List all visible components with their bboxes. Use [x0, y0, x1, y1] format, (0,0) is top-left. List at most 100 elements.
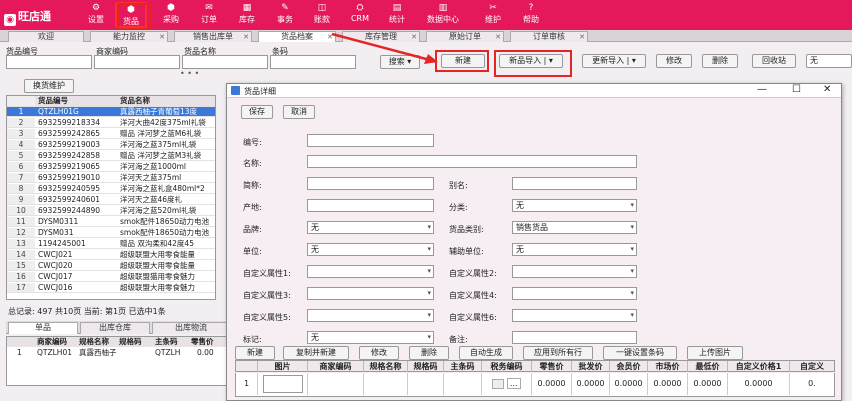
tab-sales-out[interactable]: 销售出库单 ✕ [174, 31, 252, 42]
custom-attr6-label: 自定义属性6: [449, 313, 497, 322]
table-row[interactable]: 3 6932599242865 赠品 洋河梦之蓝M6礼袋 [7, 129, 215, 139]
code-input[interactable] [6, 55, 92, 69]
chevron-down-icon: ▾ [630, 267, 634, 275]
save-button[interactable]: 保存 [241, 105, 273, 119]
close-icon[interactable]: ✕ [243, 32, 249, 42]
tab-goods-archive[interactable]: 货品档案 ✕ [258, 31, 336, 42]
nav-maintain[interactable]: ✂ 维护 [477, 2, 509, 28]
close-icon[interactable]: ✕ [495, 32, 501, 42]
edit-button[interactable]: 修改 [656, 54, 692, 68]
origin-label: 产地: [243, 203, 262, 212]
custom-attr5-select[interactable]: ▾ [307, 309, 434, 322]
table-row[interactable]: 10 6932599244890 洋河海之蓝520ml礼袋 [7, 206, 215, 216]
recycle-button[interactable]: 回收站 [752, 54, 796, 68]
goods-type-select[interactable]: 销售货品 ▾ [512, 221, 637, 234]
tab-single-item[interactable]: 单品 [8, 322, 78, 334]
image-cell[interactable] [258, 373, 308, 395]
tax-code-button[interactable]: ... [506, 378, 521, 389]
copy-new-button[interactable]: 复制并新建 [283, 346, 349, 360]
spec-name-cell[interactable] [364, 373, 408, 395]
close-icon[interactable]: ✕ [823, 84, 831, 95]
origin-field[interactable] [307, 199, 434, 212]
name-field[interactable] [307, 155, 637, 168]
close-icon[interactable]: ✕ [579, 32, 585, 42]
custom-attr6-select[interactable]: ▾ [512, 309, 637, 322]
custom-attr2-select[interactable]: ▾ [512, 265, 637, 278]
brand-select[interactable]: 无 ▾ [307, 221, 434, 234]
table-row[interactable]: 2 6932599218334 洋河大曲42度375ml礼袋 [7, 118, 215, 128]
custom-attr2-label: 自定义属性2: [449, 269, 497, 278]
maintain-button[interactable]: 换货维护 [24, 79, 74, 93]
apply-all-rows-button[interactable]: 应用到所有行 [523, 346, 593, 360]
stock-icon: ▦ [242, 3, 252, 13]
nav-orders[interactable]: ✉ 订单 [193, 2, 225, 28]
name-input[interactable] [182, 55, 268, 69]
table-row[interactable]: 5 6932599242858 赠品 洋河梦之蓝M3礼袋 [7, 151, 215, 161]
nav-settings[interactable]: ⚙ 设置 [80, 2, 112, 28]
main-barcode-cell[interactable] [444, 373, 482, 395]
nav-help[interactable]: ? 帮助 [515, 2, 547, 28]
maximize-icon[interactable]: ☐ [792, 84, 801, 95]
table-row[interactable]: 17 CWCJ016 超级联盟大用零食魅力 [7, 283, 215, 293]
nav-affairs[interactable]: ✎ 事务 [269, 2, 301, 28]
row-new-button[interactable]: 新建 [235, 346, 275, 360]
set-barcode-button[interactable]: 一键设置条码 [603, 346, 677, 360]
tab-order-review[interactable]: 订单审核 ✕ [510, 31, 588, 42]
table-row[interactable]: 14 CWCJ021 超级联盟大用零食能量 [7, 250, 215, 260]
tab-welcome[interactable]: 欢迎 [8, 31, 84, 42]
filter-select[interactable]: 无 [806, 54, 852, 68]
chevron-down-icon: ▾ [427, 289, 431, 297]
tab-out-warehouse[interactable]: 出库仓库 [80, 322, 150, 334]
table-row[interactable]: 4 6932599219003 洋河海之蓝375ml礼袋 [7, 140, 215, 150]
spec-code-cell[interactable] [408, 373, 444, 395]
nav-purchase[interactable]: ⬢ 采购 [155, 2, 187, 28]
merchant-input[interactable] [94, 55, 180, 69]
custom-attr1-select[interactable]: ▾ [307, 265, 434, 278]
custom-attr3-select[interactable]: ▾ [307, 287, 434, 300]
update-import-button[interactable]: 更新导入 | ▾ [582, 54, 646, 68]
table-row[interactable]: 7 6932599219010 洋河天之蓝375ml [7, 173, 215, 183]
app-logo: ◉ 旺店通 [4, 8, 51, 26]
unit-select[interactable]: 无 ▾ [307, 243, 434, 256]
close-icon[interactable]: ✕ [159, 32, 165, 42]
delete-button[interactable]: 删除 [702, 54, 738, 68]
mark-select[interactable]: 无 ▾ [307, 331, 434, 344]
help-icon: ? [528, 3, 534, 13]
alias-field[interactable] [512, 177, 637, 190]
table-row[interactable]: 8 6932599240595 洋河海之蓝礼盒480ml*2 [7, 184, 215, 194]
table-row[interactable]: 1 QTZLH01G 真露西柚子青葡萄13度 [7, 107, 215, 117]
upload-image-button[interactable]: 上传图片 [687, 346, 743, 360]
nav-stock[interactable]: ▦ 库存 [231, 2, 263, 28]
table-row[interactable]: 6 6932599219065 洋河海之蓝1000ml [7, 162, 215, 172]
edit-icon: ✎ [281, 3, 289, 13]
table-row[interactable]: 16 CWCJ017 超级联盟猫用零食魅力 [7, 272, 215, 282]
category-label: 分类: [449, 203, 468, 212]
cancel-button[interactable]: 取消 [283, 105, 315, 119]
remark-field[interactable] [512, 331, 637, 344]
highlight-new-button [435, 50, 489, 72]
custom-attr4-select[interactable]: ▾ [512, 287, 637, 300]
code-field[interactable] [307, 134, 434, 147]
row-delete-button[interactable]: 删除 [409, 346, 449, 360]
expand-dots-icon[interactable]: • • • [180, 69, 199, 78]
bottom-table-row[interactable]: 1 QTZLH01 真露西柚子 QTZLH 0.00 [7, 348, 227, 358]
tax-code-cell[interactable]: ... [482, 373, 532, 395]
aux-unit-select[interactable]: 无 ▾ [512, 243, 637, 256]
merchant-code-cell[interactable] [308, 373, 364, 395]
minimize-icon[interactable]: — [757, 84, 767, 95]
table-row[interactable]: 9 6932599240601 洋河天之蓝46度礼 [7, 195, 215, 205]
table-row[interactable]: 15 CWCJ020 超级联盟大用零食能量 [7, 261, 215, 271]
sku-grid-header: 图片 商家编码 规格名称 规格码 主条码 税务编码 零售价 批发价 会员价 市场… [235, 360, 835, 372]
table-row[interactable]: 11 DYSM0311 smok配件18650动力电池 [7, 217, 215, 227]
table-row[interactable]: 13 1194245001 赠品 双沟柔和42度45 [7, 239, 215, 249]
row-edit-button[interactable]: 修改 [359, 346, 399, 360]
auto-generate-button[interactable]: 自动生成 [459, 346, 513, 360]
remark-label: 备注: [449, 335, 468, 344]
table-row[interactable]: 12 DYSM031 smok配件18650动力电池 [7, 228, 215, 238]
tab-capability[interactable]: 能力监控 ✕ [90, 31, 168, 42]
category-select[interactable]: 无 ▾ [512, 199, 637, 212]
highlight-import-button [494, 50, 572, 77]
sku-grid-row[interactable]: 1 ... 0.0000 0.0000 0.0000 0.0000 0.0000… [235, 373, 835, 397]
short-name-field[interactable] [307, 177, 434, 190]
tab-out-logistics[interactable]: 出库物流 [152, 322, 230, 334]
